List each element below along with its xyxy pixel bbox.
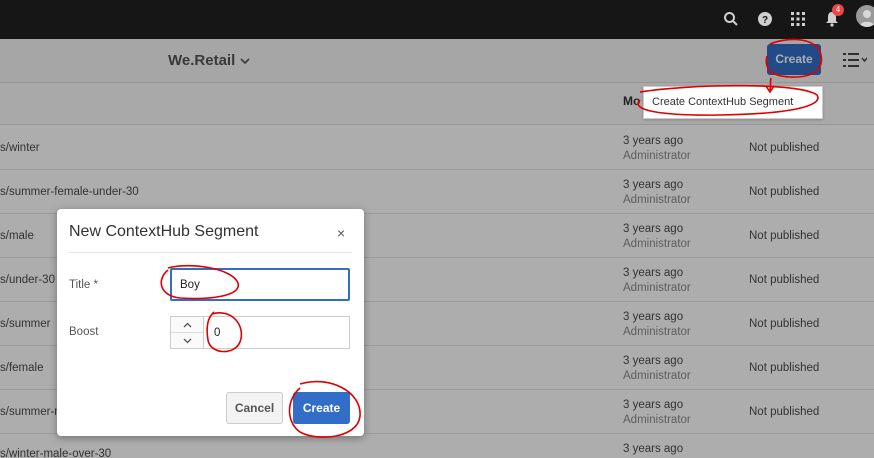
top-bar: ? 4 [0, 0, 874, 39]
title-input[interactable] [170, 268, 350, 301]
dialog-title: New ContextHub Segment [69, 223, 259, 240]
notification-badge: 4 [832, 4, 844, 16]
chevron-up-icon[interactable] [171, 317, 203, 333]
boost-label: Boost [69, 326, 99, 338]
boost-input[interactable] [204, 316, 350, 349]
avatar[interactable] [856, 5, 874, 27]
create-dropdown-menu: Create ContextHub Segment [643, 86, 823, 119]
apps-grid-icon[interactable] [787, 8, 809, 30]
boost-stepper [170, 316, 204, 349]
svg-text:?: ? [762, 15, 768, 26]
close-icon[interactable]: × [337, 225, 345, 241]
search-icon[interactable] [720, 8, 742, 30]
cancel-button[interactable]: Cancel [226, 392, 283, 424]
title-label: Title * [69, 279, 98, 291]
help-icon[interactable]: ? [754, 8, 776, 30]
divider [69, 252, 352, 253]
chevron-down-icon[interactable] [171, 333, 203, 349]
new-segment-dialog: New ContextHub Segment × Title * Boost C… [57, 209, 364, 436]
menu-item-create-contexthub-segment[interactable]: Create ContextHub Segment [652, 96, 793, 108]
dialog-create-button[interactable]: Create [293, 392, 350, 424]
